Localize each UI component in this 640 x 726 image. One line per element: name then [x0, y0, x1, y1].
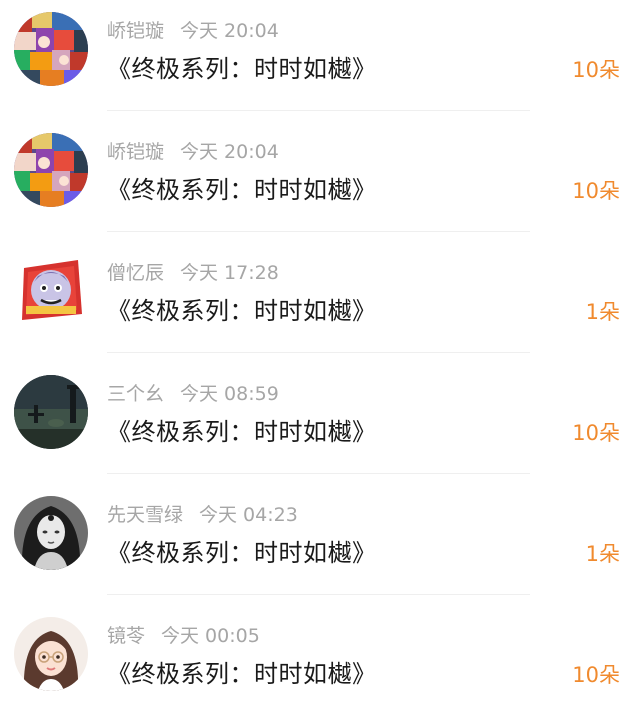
gift-time: 今天 08:59 — [180, 383, 279, 405]
illustrated-girl-avatar[interactable] — [14, 617, 88, 691]
monochrome-portrait-avatar[interactable] — [14, 496, 88, 570]
book-title[interactable]: 《终极系列：时时如樾》 — [107, 416, 377, 448]
gift-time: 今天 04:23 — [199, 504, 298, 526]
cartoon-emblem-avatar[interactable] — [14, 254, 88, 328]
list-item[interactable]: 峤铠璇 今天 20:04 《终极系列：时时如樾》 10朵 — [0, 0, 640, 121]
book-title[interactable]: 《终极系列：时时如樾》 — [107, 537, 377, 569]
sender-meta: 僧忆辰 今天 17:28 — [107, 260, 279, 286]
dark-landscape-avatar[interactable] — [14, 375, 88, 449]
gift-amount: 10朵 — [572, 421, 620, 445]
gift-amount: 10朵 — [572, 58, 620, 82]
book-title[interactable]: 《终极系列：时时如樾》 — [107, 53, 377, 85]
sender-name[interactable]: 三个幺 — [107, 383, 164, 405]
gift-amount: 10朵 — [572, 179, 620, 203]
list-item[interactable]: 僧忆辰 今天 17:28 《终极系列：时时如樾》 1朵 — [0, 242, 640, 363]
book-title[interactable]: 《终极系列：时时如樾》 — [107, 658, 377, 690]
gift-record-list: 峤铠璇 今天 20:04 《终极系列：时时如樾》 10朵 峤铠璇 今天 20:0… — [0, 0, 640, 718]
sender-name[interactable]: 镜苓 — [107, 625, 145, 647]
divider — [107, 231, 530, 232]
gift-time: 今天 17:28 — [180, 262, 279, 284]
sender-meta: 三个幺 今天 08:59 — [107, 381, 279, 407]
gift-amount: 10朵 — [572, 663, 620, 687]
divider — [107, 473, 530, 474]
list-item[interactable]: 三个幺 今天 08:59 《终极系列：时时如樾》 10朵 — [0, 363, 640, 484]
list-item[interactable]: 峤铠璇 今天 20:04 《终极系列：时时如樾》 10朵 — [0, 121, 640, 242]
divider — [107, 352, 530, 353]
book-title[interactable]: 《终极系列：时时如樾》 — [107, 174, 377, 206]
gift-time: 今天 20:04 — [180, 20, 279, 42]
book-title[interactable]: 《终极系列：时时如樾》 — [107, 295, 377, 327]
gift-time: 今天 00:05 — [161, 625, 260, 647]
sender-name[interactable]: 先天雪绿 — [107, 504, 183, 526]
sender-name[interactable]: 峤铠璇 — [107, 141, 164, 163]
sender-meta: 先天雪绿 今天 04:23 — [107, 502, 298, 528]
divider — [107, 110, 530, 111]
sender-meta: 峤铠璇 今天 20:04 — [107, 139, 279, 165]
anime-collage-avatar[interactable] — [14, 12, 88, 86]
sender-name[interactable]: 峤铠璇 — [107, 20, 164, 42]
anime-collage-avatar[interactable] — [14, 133, 88, 207]
sender-meta: 镜苓 今天 00:05 — [107, 623, 260, 649]
list-item[interactable]: 镜苓 今天 00:05 《终极系列：时时如樾》 10朵 — [0, 605, 640, 726]
sender-name[interactable]: 僧忆辰 — [107, 262, 164, 284]
gift-time: 今天 20:04 — [180, 141, 279, 163]
gift-amount: 1朵 — [585, 300, 620, 324]
gift-amount: 1朵 — [585, 542, 620, 566]
sender-meta: 峤铠璇 今天 20:04 — [107, 18, 279, 44]
divider — [107, 594, 530, 595]
list-item[interactable]: 先天雪绿 今天 04:23 《终极系列：时时如樾》 1朵 — [0, 484, 640, 605]
